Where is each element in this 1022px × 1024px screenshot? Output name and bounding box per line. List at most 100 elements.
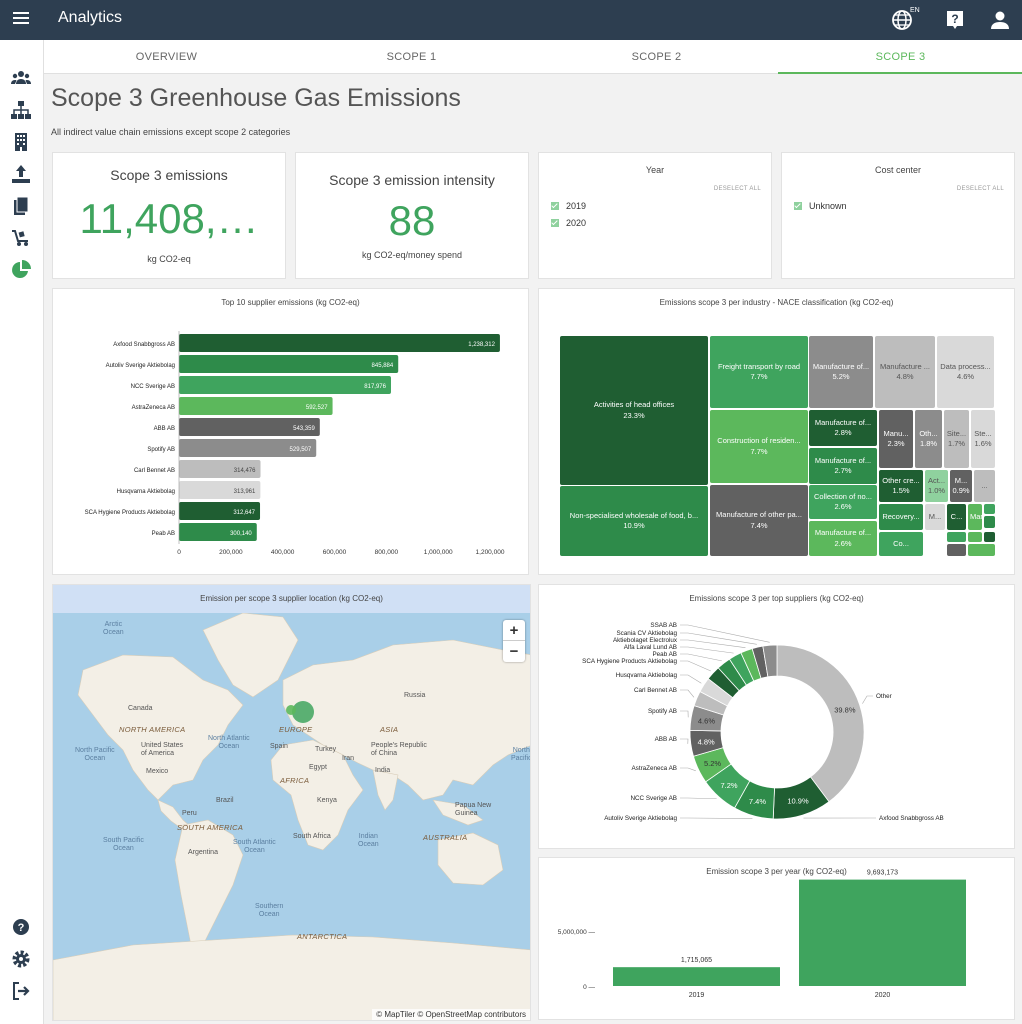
treemap-cell[interactable]: Data process... 4.6% [937, 336, 994, 408]
bar-value-label: 529,507 [290, 447, 312, 453]
year-tick-label: 2020 [875, 992, 891, 999]
treemap-cell[interactable]: ... [974, 470, 995, 502]
country-label: Brazil [216, 797, 234, 804]
upload-icon[interactable] [11, 164, 31, 184]
documents-icon[interactable] [11, 196, 31, 216]
kpi-title: Scope 3 emission intensity [329, 172, 495, 188]
treemap-cell[interactable]: Manufac... [968, 504, 982, 530]
tab-overview[interactable]: OVERVIEW [44, 40, 289, 74]
treemap-cell[interactable]: Non-specialised wholesale of food, b... 1… [560, 486, 708, 556]
treemap-cell-percent: 2.8% [834, 428, 852, 437]
checkbox-checked-icon[interactable] [551, 202, 559, 210]
deselect-all-button[interactable]: DESELECT ALL [714, 186, 761, 192]
map-attribution[interactable]: © MapTiler © OpenStreetMap contributors [372, 1009, 530, 1020]
tab-scope-2[interactable]: SCOPE 2 [534, 40, 779, 74]
treemap-cell[interactable]: Manufacture of... 2.6% [809, 521, 877, 556]
treemap-cell[interactable]: Co... [879, 532, 923, 556]
treemap-cell[interactable]: C... [947, 504, 966, 530]
user-icon[interactable] [988, 8, 1012, 32]
sidebar: ? [0, 40, 44, 1024]
treemap-cell[interactable]: Construction of residen... 7.7% [710, 410, 808, 483]
country-label: Egypt [309, 764, 327, 771]
hierarchy-icon[interactable] [11, 100, 31, 120]
country-label: Spain [270, 743, 288, 750]
treemap-cell-label: Data process... [940, 361, 991, 371]
kpi-emission-intensity: Scope 3 emission intensity 88 kg CO2-eq/… [295, 152, 529, 279]
treemap-cell[interactable] [947, 544, 966, 556]
country-label: Turkey [315, 746, 337, 753]
tab-bar: OVERVIEW SCOPE 1 SCOPE 2 SCOPE 3 [44, 40, 1022, 74]
deselect-all-button[interactable]: DESELECT ALL [957, 186, 1004, 192]
treemap-cell[interactable] [968, 544, 995, 556]
treemap-cell[interactable]: M... 0.9% [950, 470, 972, 502]
treemap-cell[interactable]: Manu... 2.3% [879, 410, 913, 468]
treemap-cell[interactable] [984, 516, 995, 528]
continent-label: ASIA [380, 725, 399, 734]
leader-line [680, 710, 689, 718]
treemap-cell[interactable] [968, 532, 982, 542]
people-icon[interactable] [11, 68, 31, 88]
treemap-cell[interactable]: Manufacture of... 2.7% [809, 448, 877, 484]
donut-slice-percent: 39.8% [834, 705, 856, 714]
treemap-cell[interactable] [984, 504, 995, 514]
supplier-location-map[interactable]: Emission per scope 3 supplier location (… [52, 584, 531, 1021]
treemap-cell-percent: 1.8% [919, 439, 938, 448]
country-label: Argentina [188, 849, 218, 856]
year-option-2019[interactable]: 2019 [551, 201, 586, 211]
treemap-cell[interactable]: Act... 1.0% [925, 470, 948, 502]
treemap-cell[interactable]: Site... 1.7% [944, 410, 969, 468]
ocean-label: North Pacific [511, 747, 531, 763]
treemap-cell[interactable]: Freight transport by road 7.7% [710, 336, 808, 408]
treemap-cell[interactable] [984, 532, 995, 542]
treemap-cell-percent: 2.7% [834, 466, 852, 475]
gear-icon[interactable] [11, 949, 31, 969]
country-label: India [375, 767, 391, 774]
x-tick-label: 0 [177, 549, 181, 556]
checkbox-checked-icon[interactable] [794, 202, 802, 210]
emission-marker-small[interactable] [286, 705, 296, 715]
cart-icon[interactable] [11, 228, 31, 248]
country-label: Kenya [317, 797, 337, 804]
treemap-cell[interactable]: Manufacture ... 4.8% [875, 336, 935, 408]
checkbox-checked-icon[interactable] [551, 219, 559, 227]
continent-label: SOUTH AMERICA [177, 823, 244, 832]
tab-scope-1[interactable]: SCOPE 1 [289, 40, 534, 74]
x-tick-label: 400,000 [271, 549, 295, 556]
treemap-cell-label: Ste... [974, 428, 992, 438]
treemap-cell[interactable]: Collection of no... 2.6% [809, 485, 877, 519]
logout-icon[interactable] [11, 981, 31, 1001]
treemap-cell-label: Manufacture of... [814, 528, 872, 538]
bar-category-label: ABB AB [154, 426, 175, 432]
menu-icon[interactable] [13, 12, 29, 26]
help-circle-icon[interactable]: ? [11, 917, 31, 937]
treemap-cell[interactable]: Oth... 1.8% [915, 410, 942, 468]
treemap-cell[interactable] [947, 532, 966, 542]
treemap-cell[interactable]: Other cre... 1.5% [879, 470, 923, 502]
donut-slice-label: Scania CV Aktiebolag [616, 630, 677, 637]
building-icon[interactable] [11, 132, 31, 152]
zoom-in-button[interactable]: + [503, 620, 525, 641]
zoom-out-button[interactable]: − [503, 641, 525, 662]
year-bar-0 [613, 967, 780, 986]
pie-chart-icon[interactable] [11, 260, 31, 280]
treemap-cell-label: Manufac... [970, 511, 982, 521]
help-icon[interactable]: ? [943, 8, 967, 32]
treemap-cell-label: Manufacture of... [814, 417, 872, 427]
ocean-label: South Pacific Ocean [103, 837, 144, 853]
treemap-cell[interactable]: Manufacture of other pa... 7.4% [710, 485, 808, 556]
country-label: Iran [342, 755, 355, 762]
treemap-cell[interactable]: Recovery... [879, 504, 923, 530]
treemap-cell[interactable]: Manufacture of... 5.2% [809, 336, 873, 408]
treemap-cell[interactable]: Activities of head offices 23.3% [560, 336, 708, 485]
treemap-cell-percent: 4.8% [896, 372, 914, 381]
cost-option-unknown[interactable]: Unknown [794, 201, 847, 211]
year-option-2020[interactable]: 2020 [551, 218, 586, 228]
kpi-value: 88 [388, 197, 436, 244]
bar-value-label: 592,527 [306, 405, 328, 411]
tab-scope-3[interactable]: SCOPE 3 [778, 40, 1022, 74]
treemap-cell[interactable]: Ste... 1.6% [971, 410, 995, 468]
donut-slice [776, 644, 865, 803]
treemap-cell-percent: 1.7% [947, 439, 966, 448]
treemap-cell[interactable]: M... [925, 504, 945, 530]
treemap-cell[interactable]: Manufacture of... 2.8% [809, 410, 877, 446]
